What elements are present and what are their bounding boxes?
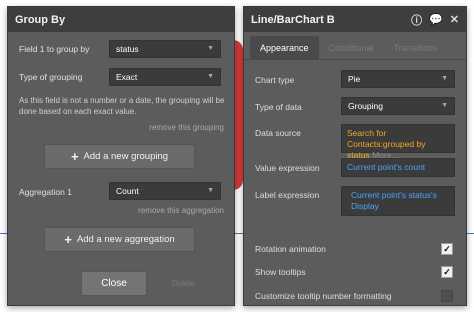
field-dropdown[interactable]: status ▼ (109, 40, 221, 58)
tooltip-format-label: Customize tooltip number formatting (255, 291, 392, 301)
label-expression-field[interactable]: Current point's status's Display (341, 186, 455, 216)
tab-bar: Appearance Conditional Transitions (250, 36, 466, 59)
add-aggregation-button[interactable]: + Add a new aggregation (44, 227, 195, 252)
chart-panel-title: Line/BarChart B (251, 13, 335, 26)
comment-icon[interactable]: 💬 (429, 13, 443, 26)
data-type-dropdown[interactable]: Grouping ▼ (341, 97, 455, 115)
chevron-down-icon: ▼ (441, 75, 448, 82)
data-type-label: Type of data (255, 102, 302, 112)
label-expression-label: Label expression (255, 190, 320, 200)
plus-icon: + (70, 149, 79, 164)
data-source-field[interactable]: Search for Contacts:grouped by status Mo… (341, 124, 455, 160)
chart-type-value: Pie (348, 74, 361, 84)
show-tooltips-checkbox[interactable]: ✓ (441, 266, 453, 278)
close-button[interactable]: Close (81, 271, 147, 296)
rotation-animation-checkbox[interactable]: ✓ (441, 243, 453, 255)
chevron-down-icon: ▼ (207, 187, 214, 194)
group-by-panel: Group By Field 1 to group by status ▼ Ty… (7, 6, 235, 306)
tooltip-format-checkbox[interactable]: ✓ (441, 290, 453, 302)
show-tooltips-label: Show tooltips (255, 267, 306, 277)
grouping-type-value: Exact (116, 72, 138, 82)
tab-conditional[interactable]: Conditional (319, 36, 384, 59)
grouping-type-dropdown[interactable]: Exact ▼ (109, 68, 221, 86)
chart-type-label: Chart type (255, 75, 295, 85)
close-icon[interactable]: ✕ (450, 13, 459, 26)
value-expression-field[interactable]: Current point's count (341, 158, 455, 177)
chevron-down-icon: ▼ (207, 45, 214, 52)
aggregation-label: Aggregation 1 (19, 187, 72, 197)
chevron-down-icon: ▼ (441, 102, 448, 109)
tab-underline (244, 59, 466, 60)
chart-panel-header[interactable]: Line/BarChart B ⓘ 💬 ✕ (244, 7, 466, 32)
delete-button[interactable]: Delete (172, 279, 195, 288)
grouping-note: As this field is not a number or a date,… (19, 96, 225, 116)
info-icon[interactable]: ⓘ (411, 12, 422, 28)
remove-grouping-link[interactable]: remove this grouping (149, 123, 224, 132)
data-source-label: Data source (255, 128, 301, 138)
type-label: Type of grouping (19, 72, 83, 82)
add-grouping-button[interactable]: + Add a new grouping (44, 144, 195, 169)
plus-icon: + (64, 232, 72, 247)
add-aggregation-label: Add a new aggregation (76, 234, 175, 245)
data-type-value: Grouping (348, 101, 383, 111)
chart-type-dropdown[interactable]: Pie ▼ (341, 70, 455, 88)
tab-transitions[interactable]: Transitions (384, 36, 448, 59)
group-by-title: Group By (15, 13, 66, 26)
chart-properties-panel: Line/BarChart B ⓘ 💬 ✕ Appearance Conditi… (243, 6, 467, 306)
group-by-header[interactable]: Group By (8, 7, 234, 32)
field-value: status (116, 44, 139, 54)
remove-aggregation-link[interactable]: remove this aggregation (138, 206, 224, 215)
rotation-animation-label: Rotation animation (255, 244, 326, 254)
chevron-down-icon: ▼ (207, 73, 214, 80)
value-expression-label: Value expression (255, 163, 320, 173)
field-label: Field 1 to group by (19, 44, 90, 54)
aggregation-value: Count (116, 186, 139, 196)
tab-appearance[interactable]: Appearance (250, 36, 319, 59)
aggregation-dropdown[interactable]: Count ▼ (109, 182, 221, 200)
add-grouping-label: Add a new grouping (83, 151, 169, 162)
